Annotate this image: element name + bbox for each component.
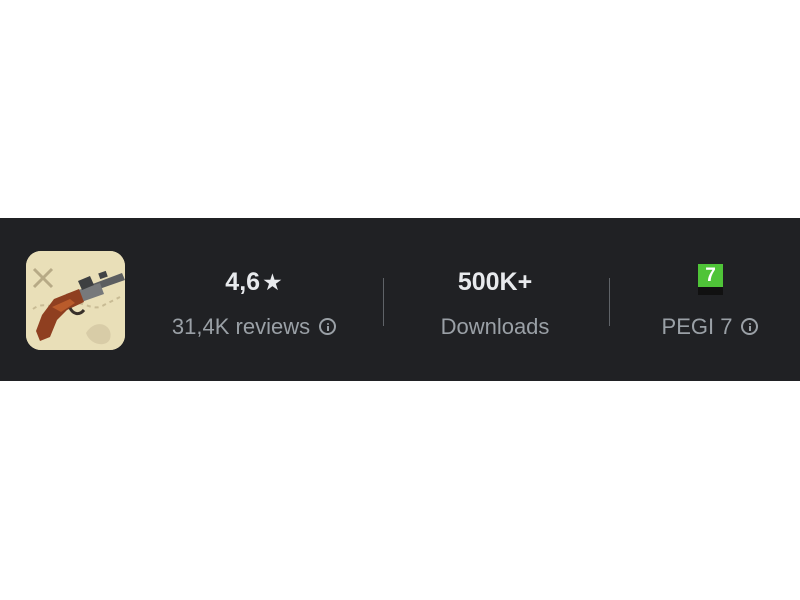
- content-rating-stat: 7 PEGI 7: [620, 218, 800, 381]
- reviews-count-label: 31,4K reviews: [171, 314, 311, 339]
- downloads-value: 500K+: [457, 268, 533, 296]
- app-stats-bar: 4,6★ 31,4K reviews 500K+ Downloads 7 PEG…: [0, 218, 800, 381]
- flintlock-pistol-icon: [26, 251, 125, 350]
- content-rating: PEGI 7: [620, 312, 800, 342]
- stat-divider: [383, 278, 384, 326]
- pegi-badge-number: 7: [698, 264, 723, 287]
- info-icon[interactable]: [741, 318, 759, 335]
- rating-stat: 4,6★ 31,4K reviews: [140, 218, 368, 381]
- content-rating-label: PEGI 7: [661, 314, 733, 339]
- page: 4,6★ 31,4K reviews 500K+ Downloads 7 PEG…: [0, 0, 800, 600]
- downloads-stat: 500K+ Downloads: [385, 218, 605, 381]
- rating-value: 4,6★: [140, 267, 368, 297]
- pegi-badge-footer: [698, 287, 723, 295]
- app-icon[interactable]: [26, 251, 125, 350]
- pegi-badge: 7: [698, 264, 723, 295]
- downloads-label: Downloads: [440, 314, 550, 339]
- star-icon: ★: [262, 269, 283, 295]
- reviews-count: 31,4K reviews: [140, 312, 368, 342]
- rating-number: 4,6: [225, 268, 261, 296]
- stat-divider: [609, 278, 610, 326]
- info-icon[interactable]: [319, 318, 337, 335]
